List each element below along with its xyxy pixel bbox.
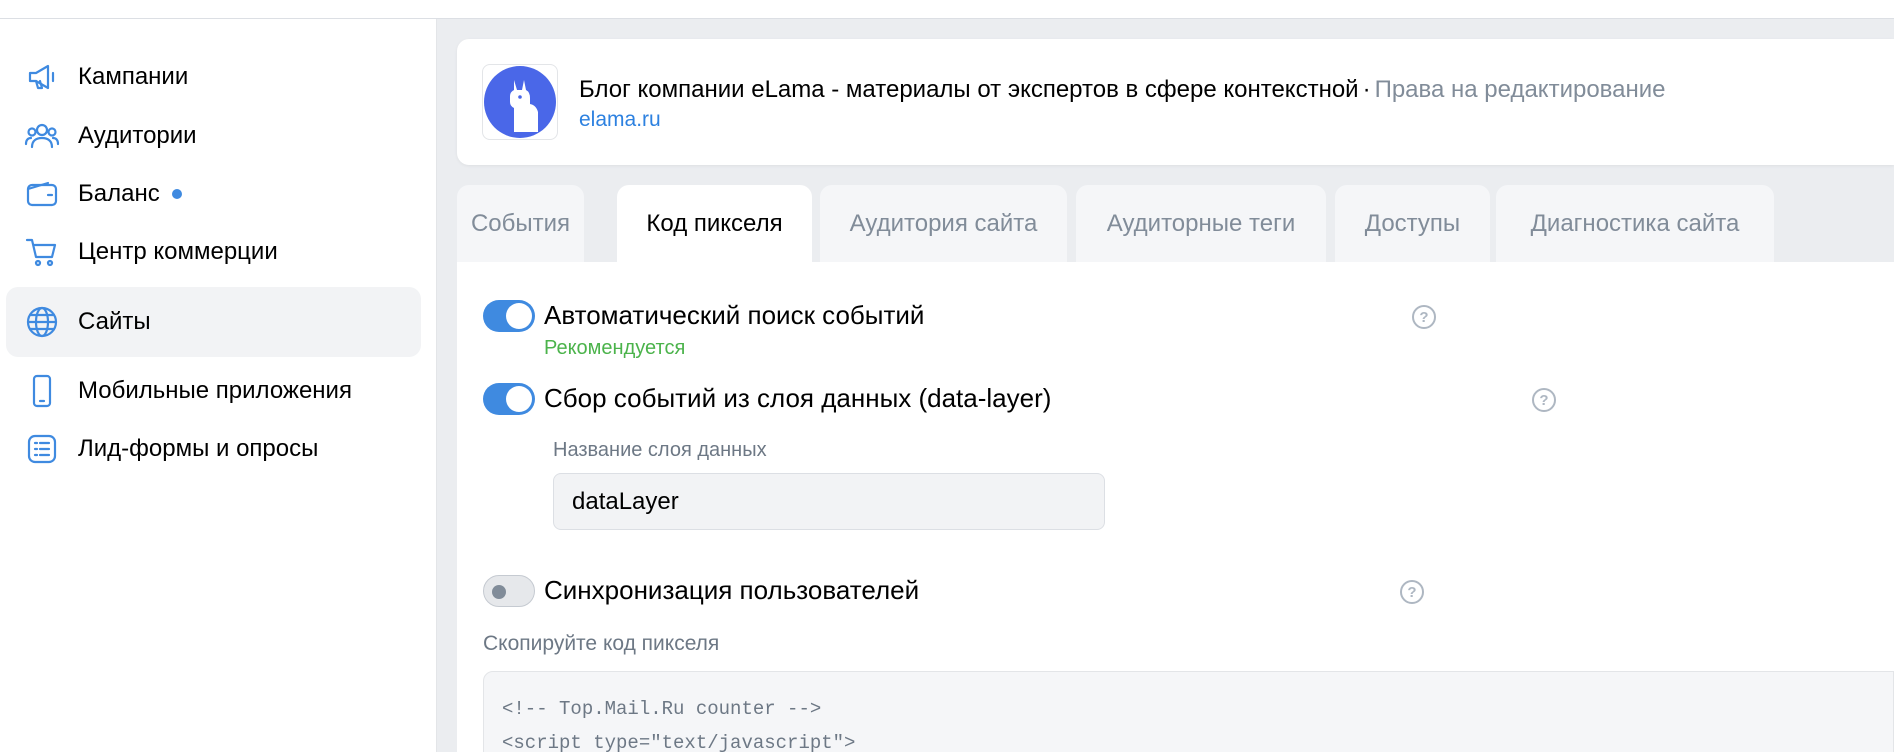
site-title: Блог компании eLama - материалы от экспе… [579, 76, 1359, 103]
edit-rights-label: Права на редактирование [1374, 76, 1666, 103]
data-layer-label: Сбор событий из слоя данных (data-layer) [544, 383, 1052, 413]
wallet-icon [6, 176, 78, 212]
data-layer-name-caption: Название слоя данных [553, 439, 767, 461]
auto-events-toggle[interactable] [483, 300, 535, 332]
tab-audience-tags[interactable]: Аудиторные теги [1076, 185, 1326, 262]
sidebar-item-sites[interactable]: Сайты [6, 287, 421, 357]
phone-icon [6, 373, 78, 409]
sidebar-item-label: Баланс [78, 180, 160, 207]
tab-site-audience[interactable]: Аудитория сайта [820, 185, 1067, 262]
llama-logo-icon [484, 66, 556, 138]
sidebar-item-label: Кампании [78, 63, 189, 90]
list-icon [6, 431, 78, 467]
sidebar-item-label: Лид-формы и опросы [78, 435, 319, 462]
globe-icon [6, 304, 78, 340]
top-bar [0, 0, 1894, 19]
site-title-row: Блог компании eLama - материалы от экспе… [579, 76, 1666, 104]
site-logo [482, 64, 558, 140]
site-header-card: Блог компании eLama - материалы от экспе… [457, 39, 1894, 165]
data-layer-toggle[interactable] [483, 383, 535, 415]
sidebar-item-label: Мобильные приложения [78, 377, 352, 404]
sidebar: Кампании Аудитории Баланс Центр коммерци… [0, 19, 437, 752]
pixel-code-panel: Автоматический поиск событий ? Рекоменду… [457, 262, 1894, 752]
tab-pixel-code[interactable]: Код пикселя [617, 185, 812, 262]
title-separator: · [1362, 76, 1371, 103]
sidebar-item-label: Центр коммерции [78, 238, 278, 265]
pixel-code-block[interactable]: <!-- Top.Mail.Ru counter --> <script type… [483, 671, 1894, 752]
tab-access[interactable]: Доступы [1335, 185, 1490, 262]
help-icon[interactable]: ? [1400, 580, 1424, 604]
toggle-knob [506, 303, 532, 329]
sidebar-item-label: Аудитории [78, 122, 197, 149]
recommended-note: Рекомендуется [544, 337, 686, 359]
data-layer-name-input[interactable] [553, 473, 1105, 530]
toggle-knob [492, 585, 506, 599]
help-icon[interactable]: ? [1412, 305, 1436, 329]
user-sync-label: Синхронизация пользователей [544, 575, 920, 605]
users-icon [6, 118, 78, 154]
sidebar-item-commerce[interactable]: Центр коммерции [6, 217, 421, 287]
sidebar-item-label: Сайты [78, 308, 151, 335]
user-sync-toggle[interactable] [483, 575, 535, 607]
code-line: <!-- Top.Mail.Ru counter --> [502, 698, 822, 720]
help-icon[interactable]: ? [1532, 388, 1556, 412]
tab-events[interactable]: События [457, 185, 584, 262]
tab-site-diagnostics[interactable]: Диагностика сайта [1496, 185, 1774, 262]
notification-dot [171, 189, 182, 199]
toggle-knob [506, 386, 532, 412]
site-domain-link[interactable]: elama.ru [579, 108, 661, 132]
auto-events-label: Автоматический поиск событий [544, 300, 925, 330]
sidebar-item-lead-forms[interactable]: Лид-формы и опросы [6, 414, 421, 484]
cart-icon [6, 234, 78, 270]
copy-code-caption: Скопируйте код пикселя [483, 632, 720, 655]
code-line: <script type="text/javascript"> [502, 732, 856, 752]
megaphone-icon [6, 59, 78, 95]
